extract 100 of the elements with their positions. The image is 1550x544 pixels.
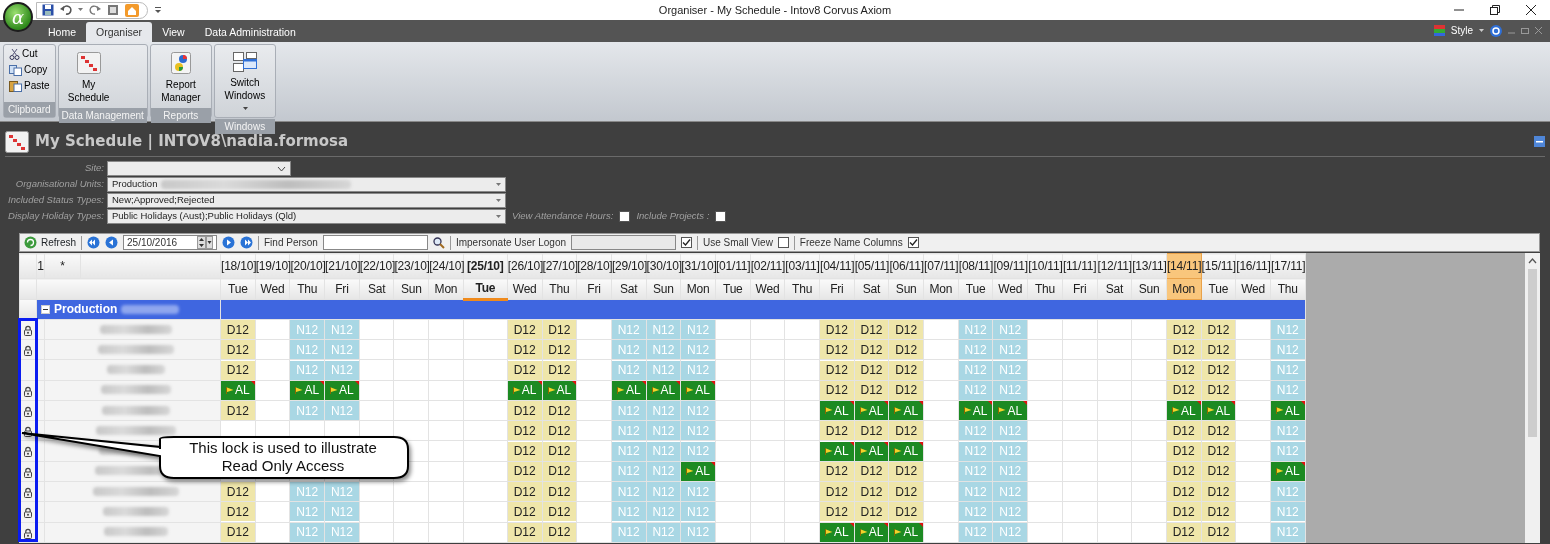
shift-entry[interactable]: D12 (1201, 502, 1236, 522)
shift-entry[interactable]: D12 (820, 421, 854, 441)
refresh-button[interactable]: Refresh (24, 235, 76, 250)
date-header[interactable]: [07/11] (923, 253, 959, 279)
date-header[interactable]: [21/10] (324, 253, 360, 279)
date-header[interactable]: [10/11] (1027, 253, 1063, 279)
shift-entry[interactable]: D12 (889, 360, 924, 380)
shift-entry[interactable]: AL (854, 441, 889, 461)
date-header[interactable]: [11/11] (1062, 253, 1097, 279)
shift-entry[interactable]: D12 (221, 502, 255, 522)
date-header[interactable]: [17/11] (1270, 253, 1306, 279)
ribbon-tab[interactable]: Data Administration (194, 22, 306, 42)
shift-entry[interactable]: D12 (1166, 340, 1201, 360)
shift-entry[interactable]: D12 (221, 320, 255, 339)
date-header[interactable]: [27/10] (542, 253, 577, 279)
shift-entry[interactable]: D12 (820, 502, 854, 522)
shift-entry[interactable]: D12 (854, 421, 889, 441)
date-field[interactable]: 25/10/2016 (123, 235, 217, 250)
ribbon-button[interactable]: Copy (7, 63, 52, 77)
shift-entry[interactable]: D12 (507, 441, 542, 461)
device-icon[interactable] (107, 4, 119, 16)
shift-entry[interactable]: D12 (820, 482, 854, 502)
search-icon[interactable] (432, 236, 445, 249)
shift-entry[interactable]: D12 (507, 340, 542, 360)
scroll-up-icon[interactable] (1528, 258, 1537, 264)
shift-entry[interactable]: D12 (1166, 441, 1201, 461)
spinner-icon[interactable] (197, 236, 213, 249)
dropdown-field[interactable] (107, 161, 291, 176)
shift-entry[interactable]: D12 (889, 482, 924, 502)
dropdown-field[interactable]: New;Approved;Rejected (107, 193, 506, 208)
shift-entry[interactable]: D12 (542, 340, 577, 360)
dropdown-field[interactable]: Production (107, 177, 506, 192)
shift-entry[interactable]: D12 (221, 360, 255, 380)
shift-entry[interactable]: D12 (507, 401, 542, 421)
date-header[interactable]: [22/10] (359, 253, 394, 279)
shift-entry[interactable]: D12 (542, 482, 577, 502)
style-menu[interactable]: Style (1450, 23, 1473, 38)
shift-entry[interactable]: D12 (820, 360, 854, 380)
date-header[interactable]: [02/11] (750, 253, 785, 279)
shift-entry[interactable]: D12 (854, 502, 889, 522)
shift-entry[interactable]: D12 (507, 502, 542, 522)
caret-icon[interactable] (78, 8, 83, 12)
checkbox[interactable] (681, 237, 692, 248)
close-icon[interactable] (1526, 5, 1536, 15)
shift-entry[interactable]: D12 (542, 360, 577, 380)
shift-entry[interactable]: D12 (1166, 502, 1201, 522)
shift-entry[interactable]: D12 (221, 340, 255, 360)
redo-icon[interactable] (89, 4, 101, 16)
date-header[interactable]: [03/11] (784, 253, 820, 279)
shift-entry[interactable]: D12 (1166, 320, 1201, 339)
shift-entry[interactable]: D12 (820, 320, 854, 339)
panel-icon[interactable] (1534, 136, 1545, 147)
date-header[interactable]: [26/10] (507, 253, 542, 279)
last-icon[interactable] (240, 236, 253, 249)
date-header[interactable]: [29/10] (611, 253, 647, 279)
shift-entry[interactable]: D12 (507, 482, 542, 502)
date-header[interactable]: [01/11] (715, 253, 751, 279)
shift-entry[interactable]: D12 (507, 360, 542, 380)
shift-entry[interactable]: AL (993, 401, 1028, 421)
scrollbar[interactable] (1525, 253, 1540, 543)
shift-entry[interactable]: D12 (507, 320, 542, 339)
shift-entry[interactable]: D12 (889, 502, 924, 522)
shift-entry[interactable]: D12 (221, 482, 255, 502)
date-header[interactable]: [15/11] (1201, 253, 1236, 279)
shift-entry[interactable]: D12 (1201, 441, 1236, 461)
shift-entry[interactable]: D12 (854, 340, 889, 360)
shift-entry[interactable]: D12 (854, 360, 889, 380)
checkbox[interactable] (715, 211, 727, 222)
shift-entry[interactable]: D12 (542, 441, 577, 461)
shift-entry[interactable]: D12 (1166, 421, 1201, 441)
shift-entry[interactable]: D12 (542, 502, 577, 522)
shift-entry[interactable]: D12 (889, 320, 924, 339)
checkbox[interactable] (619, 211, 631, 222)
caret-icon[interactable] (1479, 29, 1484, 32)
ribbon-button[interactable]: Cut (7, 47, 52, 61)
shift-entry[interactable]: AL (958, 401, 993, 421)
checkbox[interactable] (907, 237, 919, 248)
shift-entry[interactable]: AL (820, 441, 854, 461)
shift-entry[interactable]: D12 (507, 421, 542, 441)
shift-entry[interactable]: AL (1270, 401, 1305, 421)
shift-entry[interactable]: AL (820, 401, 854, 421)
shift-entry[interactable]: D12 (889, 340, 924, 360)
ribbon-button[interactable]: Paste (7, 79, 52, 93)
shift-entry[interactable]: D12 (1201, 421, 1236, 441)
undo-icon[interactable] (60, 4, 72, 16)
previous-icon[interactable] (105, 236, 118, 249)
shift-entry[interactable]: D12 (542, 320, 577, 339)
date-header[interactable]: [19/10] (255, 253, 290, 279)
shift-entry[interactable]: D12 (1166, 360, 1201, 380)
search-field[interactable] (322, 235, 428, 250)
ribbon-tab[interactable]: Home (38, 22, 86, 42)
shift-entry[interactable]: D12 (854, 320, 889, 339)
shift-entry[interactable]: AL (854, 401, 889, 421)
customize-icon[interactable] (155, 7, 161, 13)
shift-entry[interactable]: AL (889, 441, 924, 461)
ribbon-tab[interactable]: Organiser (86, 22, 153, 42)
ribbon-tab[interactable]: View (152, 22, 195, 42)
shift-entry[interactable]: D12 (854, 482, 889, 502)
checkbox[interactable] (777, 237, 789, 248)
date-header[interactable]: [14/11] (1166, 253, 1202, 279)
